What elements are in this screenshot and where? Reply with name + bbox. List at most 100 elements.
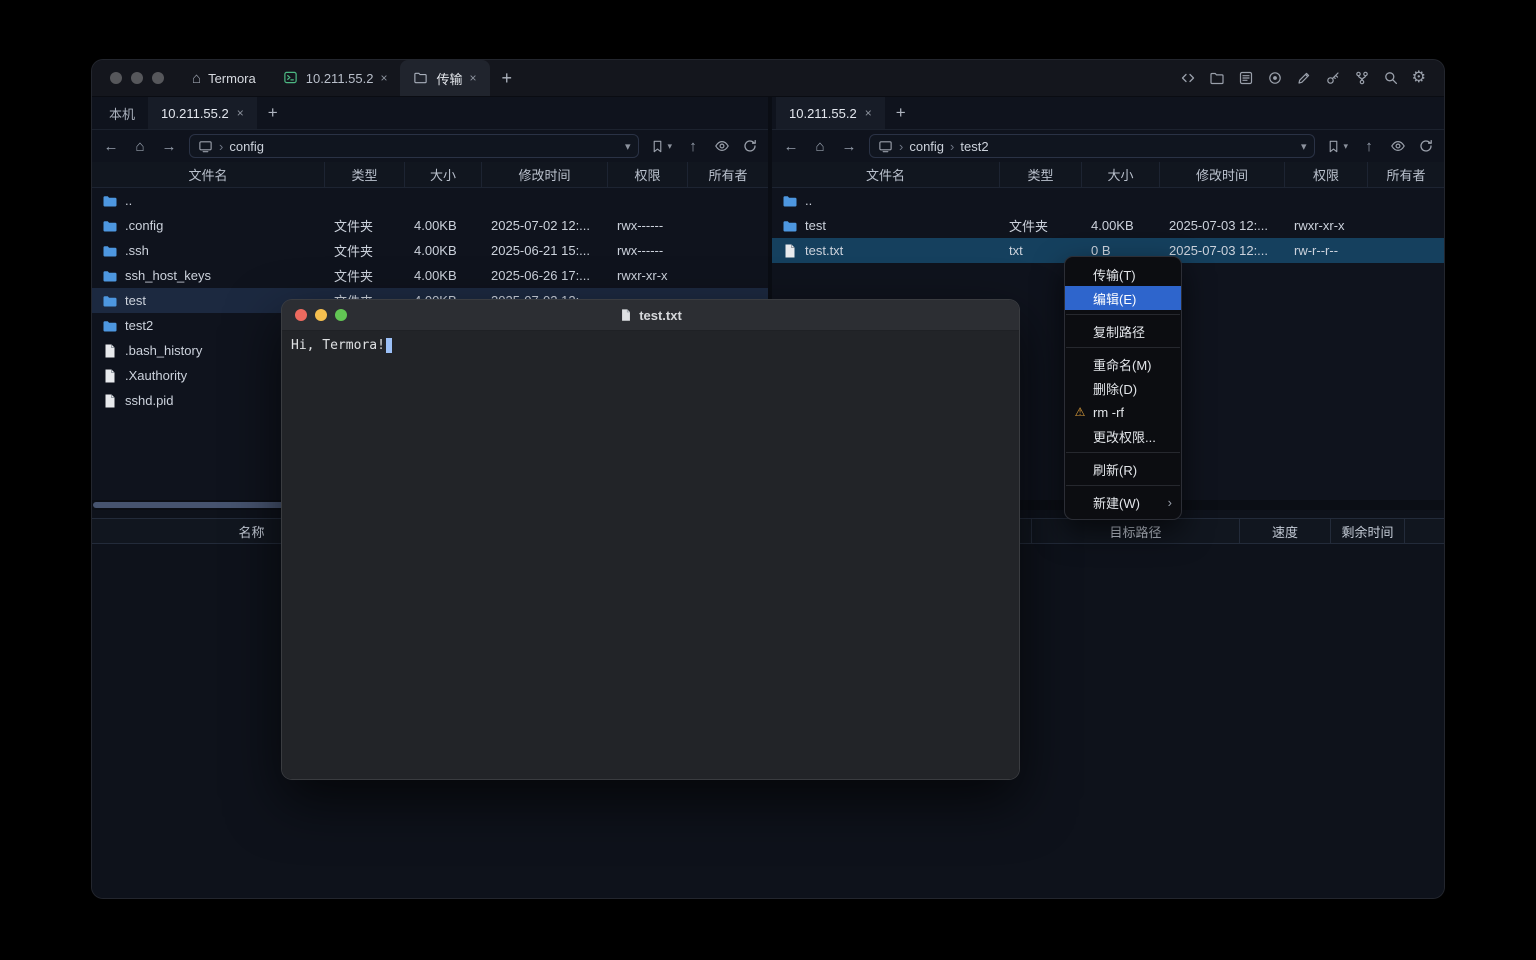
transfer-column-speed[interactable]: 速度 xyxy=(1240,519,1331,543)
chevron-down-icon[interactable]: ▾ xyxy=(1301,140,1307,153)
column-header-modified[interactable]: 修改时间 xyxy=(482,162,608,187)
crumb-segment[interactable]: config xyxy=(909,139,944,154)
forward-icon[interactable]: → xyxy=(840,139,858,154)
crumb-segment[interactable]: test2 xyxy=(960,139,988,154)
tab-local[interactable]: 本机 xyxy=(96,97,148,129)
minimize-window-icon[interactable] xyxy=(315,309,327,321)
column-header-perm[interactable]: 权限 xyxy=(608,162,688,187)
window-controls[interactable] xyxy=(92,60,178,96)
editor-titlebar: test.txt xyxy=(282,300,1019,331)
upload-icon[interactable]: ↑ xyxy=(684,139,702,154)
home-icon[interactable]: ⌂ xyxy=(811,139,829,154)
menu-item-new[interactable]: 新建(W)› xyxy=(1065,490,1181,514)
menu-item-change-permissions[interactable]: 更改权限... xyxy=(1065,424,1181,448)
column-header-name[interactable]: 文件名 xyxy=(772,162,1000,187)
key-icon[interactable] xyxy=(1325,70,1341,86)
tab-remote-right[interactable]: 10.211.55.2 × xyxy=(776,97,885,129)
tab-home[interactable]: ⌂ Termora xyxy=(178,60,270,96)
transfer-column-remaining[interactable]: 剩余时间 xyxy=(1331,519,1405,543)
close-tab-icon[interactable]: × xyxy=(865,107,872,119)
column-header-type[interactable]: 类型 xyxy=(325,162,405,187)
menu-separator xyxy=(1066,347,1180,348)
show-hidden-icon[interactable] xyxy=(1390,138,1406,154)
crumb-separator: › xyxy=(899,139,903,154)
menu-item-rename[interactable]: 重命名(M) xyxy=(1065,352,1181,376)
forward-icon[interactable]: → xyxy=(160,139,178,154)
column-header-perm[interactable]: 权限 xyxy=(1285,162,1368,187)
table-row[interactable]: .config 文件夹 4.00KB 2025-07-02 12:... rwx… xyxy=(92,213,768,238)
close-tab-icon[interactable]: × xyxy=(470,72,477,84)
table-row[interactable]: .. xyxy=(92,188,768,213)
table-row[interactable]: .. xyxy=(772,188,1444,213)
tab-remote-left[interactable]: 10.211.55.2 × xyxy=(148,97,257,129)
table-row[interactable]: .ssh 文件夹 4.00KB 2025-06-21 15:... rwx---… xyxy=(92,238,768,263)
file-type: 文件夹 xyxy=(325,216,405,235)
close-window-icon[interactable] xyxy=(110,72,122,84)
menu-item-refresh[interactable]: 刷新(R) xyxy=(1065,457,1181,481)
folder-icon[interactable] xyxy=(1209,70,1225,86)
folder-icon xyxy=(102,243,118,259)
menu-item-label: 新建(W) xyxy=(1093,493,1140,512)
menu-item-delete[interactable]: 删除(D) xyxy=(1065,376,1181,400)
table-row[interactable]: test 文件夹 4.00KB 2025-07-03 12:... rwxr-x… xyxy=(772,213,1444,238)
column-header-owner[interactable]: 所有者 xyxy=(1368,162,1444,187)
show-hidden-icon[interactable] xyxy=(714,138,730,154)
new-tab-button[interactable]: + xyxy=(490,60,525,96)
file-size: 4.00KB xyxy=(405,268,482,283)
refresh-icon[interactable] xyxy=(1418,138,1434,154)
editor-text: Hi, Termora! xyxy=(291,338,385,353)
text-cursor xyxy=(386,338,392,353)
back-icon[interactable]: ← xyxy=(102,139,120,154)
bookmark-icon xyxy=(650,139,665,154)
zoom-window-icon[interactable] xyxy=(335,309,347,321)
host-icon xyxy=(283,70,299,86)
record-icon[interactable] xyxy=(1267,70,1283,86)
editor-window-controls[interactable] xyxy=(282,309,347,321)
column-header-owner[interactable]: 所有者 xyxy=(688,162,768,187)
column-header-size[interactable]: 大小 xyxy=(1082,162,1160,187)
bookmark-dropdown[interactable]: ▾ xyxy=(650,139,672,154)
back-icon[interactable]: ← xyxy=(782,139,800,154)
log-icon[interactable] xyxy=(1238,70,1254,86)
bookmark-dropdown[interactable]: ▾ xyxy=(1326,139,1348,154)
file-name: .. xyxy=(805,193,812,208)
pencil-icon[interactable] xyxy=(1296,70,1312,86)
menu-item-copy-path[interactable]: 复制路径 xyxy=(1065,319,1181,343)
transfer-column-target[interactable]: 目标路径 xyxy=(1032,519,1240,543)
refresh-icon[interactable] xyxy=(742,138,758,154)
tab-host[interactable]: 10.211.55.2 × xyxy=(270,60,401,96)
search-icon[interactable] xyxy=(1383,70,1399,86)
document-icon xyxy=(619,308,633,322)
breadcrumb[interactable]: › config ▾ xyxy=(189,134,639,158)
column-header-name[interactable]: 文件名 xyxy=(92,162,325,187)
file-type: 文件夹 xyxy=(1000,216,1082,235)
chevron-down-icon[interactable]: ▾ xyxy=(625,140,631,153)
home-icon[interactable]: ⌂ xyxy=(131,139,149,154)
zoom-window-icon[interactable] xyxy=(152,72,164,84)
tab-transfer[interactable]: 传输 × xyxy=(400,60,489,96)
menu-item-edit[interactable]: 编辑(E) xyxy=(1065,286,1181,310)
menu-item-label: rm -rf xyxy=(1093,405,1124,420)
close-tab-icon[interactable]: × xyxy=(237,107,244,119)
titlebar: ⌂ Termora 10.211.55.2 × 传输 × + xyxy=(92,60,1444,97)
breadcrumb[interactable]: › config › test2 ▾ xyxy=(869,134,1315,158)
gear-icon[interactable]: ⚙ xyxy=(1412,70,1426,86)
new-panel-tab-button[interactable]: + xyxy=(257,97,289,129)
crumb-segment[interactable]: config xyxy=(229,139,264,154)
table-row[interactable]: ssh_host_keys 文件夹 4.00KB 2025-06-26 17:.… xyxy=(92,263,768,288)
close-tab-icon[interactable]: × xyxy=(380,72,387,84)
close-window-icon[interactable] xyxy=(295,309,307,321)
menu-item-rm-rf[interactable]: ⚠rm -rf xyxy=(1065,400,1181,424)
column-header-type[interactable]: 类型 xyxy=(1000,162,1082,187)
column-header-size[interactable]: 大小 xyxy=(405,162,482,187)
code-icon[interactable] xyxy=(1180,70,1196,86)
right-panel-tabs: 10.211.55.2 × + xyxy=(772,97,1444,130)
column-header-modified[interactable]: 修改时间 xyxy=(1160,162,1285,187)
editor-content[interactable]: Hi, Termora! xyxy=(282,331,1019,779)
minimize-window-icon[interactable] xyxy=(131,72,143,84)
menu-item-transfer[interactable]: 传输(T) xyxy=(1065,262,1181,286)
menu-item-label: 传输(T) xyxy=(1093,265,1136,284)
new-panel-tab-button[interactable]: + xyxy=(885,97,917,129)
upload-icon[interactable]: ↑ xyxy=(1360,139,1378,154)
fork-icon[interactable] xyxy=(1354,70,1370,86)
